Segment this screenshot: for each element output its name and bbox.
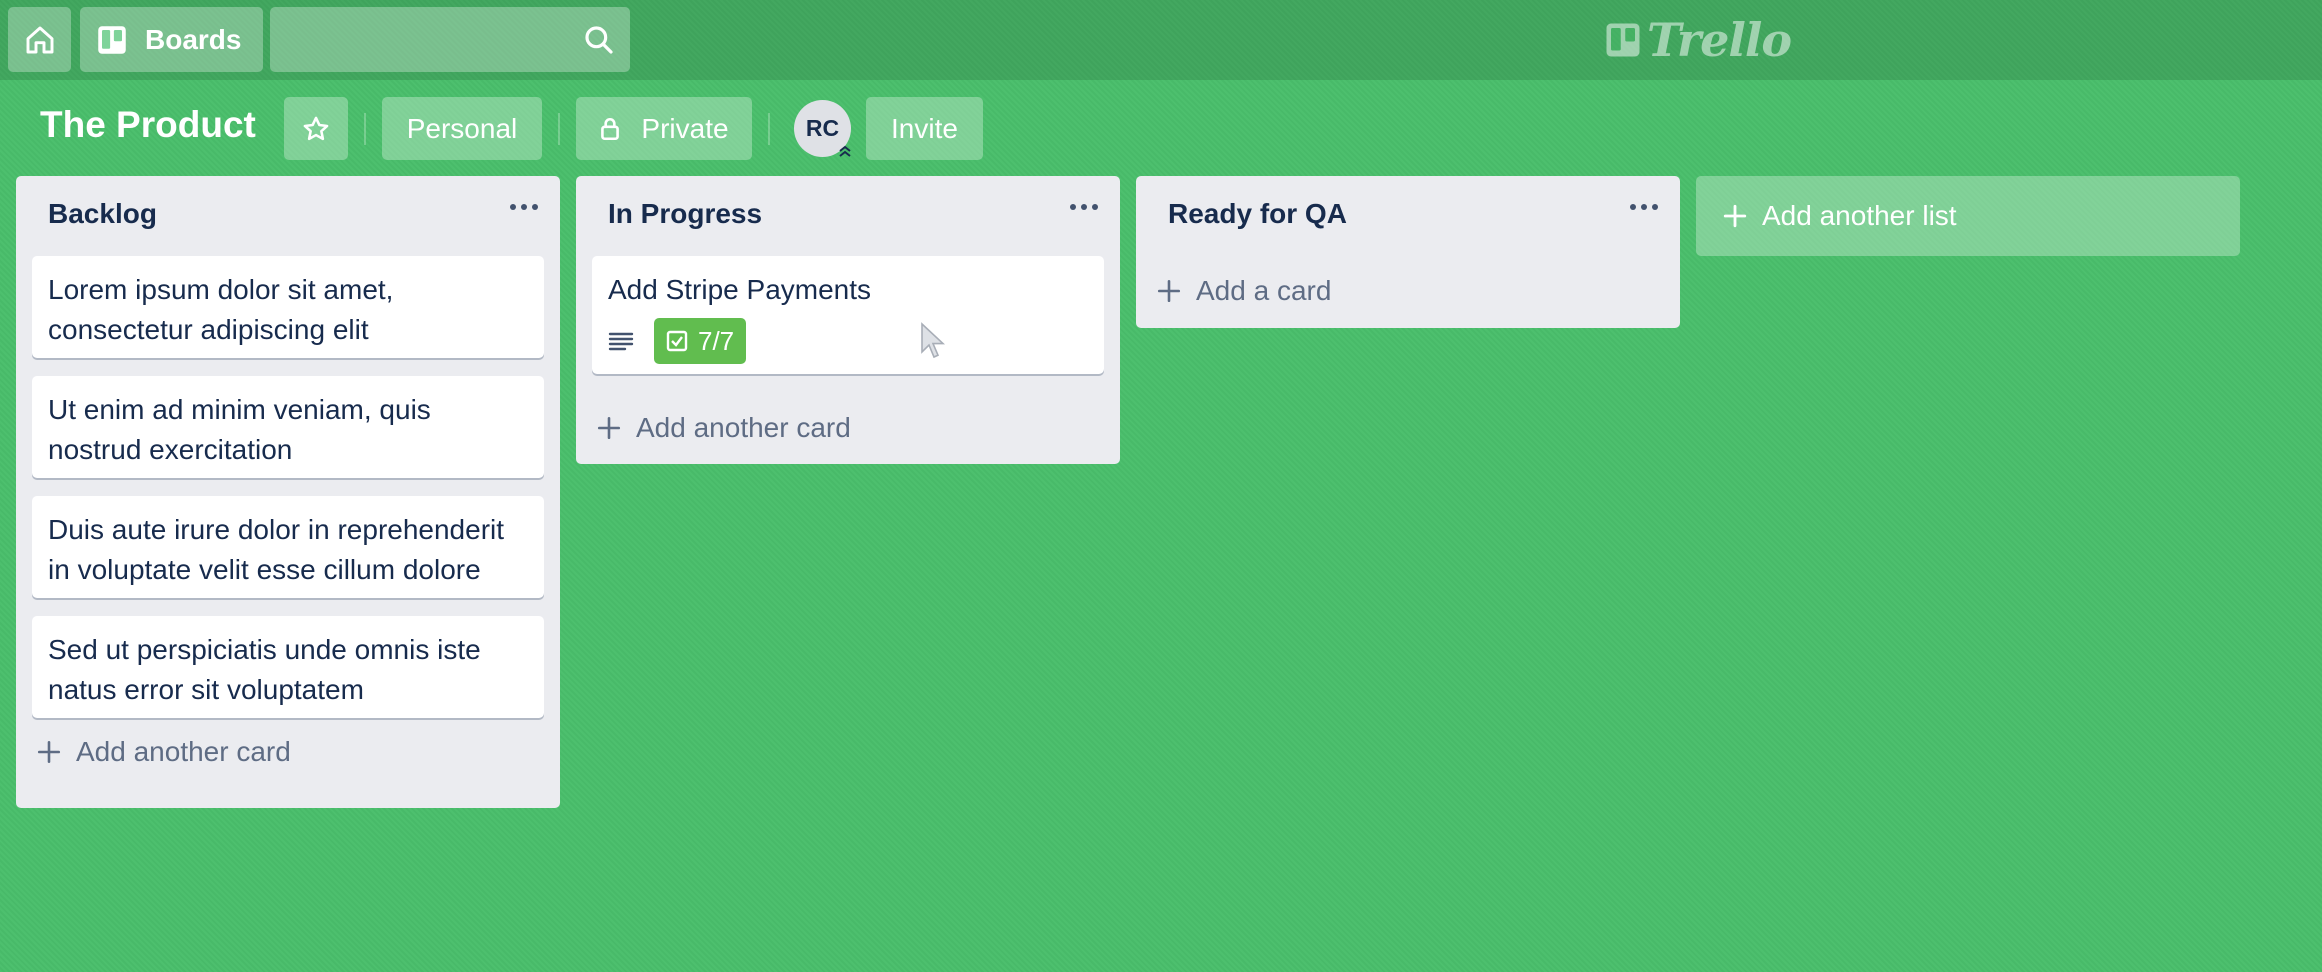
description-icon [608, 332, 634, 351]
boards-label: Boards [145, 23, 242, 55]
card-title-line: Duis aute irure dolor in reprehenderit [48, 514, 505, 545]
card[interactable]: Ut enim ad minim veniam, quis nostrud ex… [32, 376, 544, 478]
list-title[interactable]: Ready for QA [1168, 198, 1347, 230]
card[interactable]: Lorem ipsum dolor sit amet, consectetur … [32, 256, 544, 358]
card[interactable]: Sed ut perspiciatis unde omnis iste natu… [32, 616, 544, 718]
card[interactable]: Add Stripe Payments 7/7 [592, 256, 1104, 374]
header-divider [558, 113, 560, 145]
list-menu-button[interactable] [1630, 204, 1658, 210]
card-title-line: Ut enim ad minim veniam, quis [48, 394, 431, 425]
add-list-button[interactable]: Add another list [1696, 176, 2240, 256]
add-card-button[interactable]: Add another card [596, 408, 851, 448]
plus-icon [37, 740, 61, 764]
boards-icon [98, 25, 126, 54]
add-card-label: Add a card [1196, 275, 1332, 306]
list-backlog: Backlog Lorem ipsum dolor sit amet, cons… [16, 176, 560, 808]
plus-icon [1157, 279, 1181, 303]
card-title-line: consectetur adipiscing elit [48, 314, 369, 345]
more-icon [1630, 204, 1636, 210]
add-card-label: Add another card [636, 412, 851, 443]
add-card-label: Add another card [76, 736, 291, 767]
more-icon [1070, 204, 1076, 210]
add-card-button[interactable]: Add another card [36, 732, 291, 772]
invite-button[interactable]: Invite [866, 97, 983, 160]
add-card-button[interactable]: Add a card [1156, 271, 1331, 311]
home-icon [26, 26, 53, 53]
header-divider [364, 113, 366, 145]
card-title-line: in voluptate velit esse cillum dolore [48, 554, 481, 585]
header-divider [768, 113, 770, 145]
team-visibility-button[interactable]: Personal [382, 97, 542, 160]
card-badges: 7/7 [608, 318, 1088, 364]
trello-logo[interactable]: Trello [1605, 13, 1792, 67]
card-title-line: Lorem ipsum dolor sit amet, [48, 274, 394, 305]
card-title-line: nostrud exercitation [48, 434, 293, 465]
list-menu-button[interactable] [510, 204, 538, 210]
star-board-button[interactable] [284, 97, 348, 160]
privacy-button[interactable]: Private [576, 97, 752, 160]
list-title[interactable]: Backlog [48, 198, 157, 230]
home-button[interactable] [8, 7, 71, 72]
boards-button[interactable]: Boards [80, 7, 263, 72]
search-icon [585, 26, 613, 54]
checklist-count: 7/7 [698, 326, 735, 356]
star-icon [303, 116, 329, 140]
list-menu-button[interactable] [1070, 204, 1098, 210]
card-title-line: natus error sit voluptatem [48, 674, 364, 705]
board-title[interactable]: The Product [40, 104, 256, 146]
admin-chevron-icon [839, 145, 851, 157]
card-title: Add Stripe Payments [608, 274, 872, 305]
search-input[interactable] [270, 7, 630, 72]
add-list-label: Add another list [1762, 200, 1957, 231]
plus-icon [597, 416, 621, 440]
logo-text: Trello [1647, 13, 1792, 67]
list-ready-for-qa: Ready for QA Add a card [1136, 176, 1680, 328]
list-in-progress: In Progress Add Stripe Payments 7/7 Add … [576, 176, 1120, 464]
trello-logo-icon [1606, 23, 1640, 57]
more-icon [510, 204, 516, 210]
checklist-icon [666, 330, 688, 352]
list-title[interactable]: In Progress [608, 198, 762, 230]
top-nav: Boards Trello [0, 0, 2322, 80]
plus-icon [1723, 204, 1747, 228]
card-title-line: Sed ut perspiciatis unde omnis iste [48, 634, 481, 665]
checklist-badge: 7/7 [654, 318, 747, 364]
cursor-icon [921, 322, 946, 359]
member-avatar[interactable]: RC [794, 100, 851, 157]
card[interactable]: Duis aute irure dolor in reprehenderit i… [32, 496, 544, 598]
lock-icon [601, 117, 620, 140]
privacy-label: Private [641, 112, 729, 144]
avatar-initials: RC [805, 115, 840, 141]
